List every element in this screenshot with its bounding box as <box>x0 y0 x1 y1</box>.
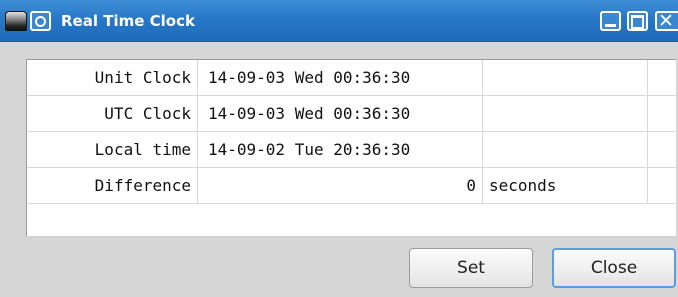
row-value: 0 <box>198 168 483 203</box>
row-label: UTC Clock <box>27 96 198 131</box>
close-window-button[interactable]: ✕ <box>655 10 678 32</box>
row-value: 14-09-03 Wed 00:36:30 <box>198 60 483 95</box>
row-label: Difference <box>27 168 198 203</box>
row-unit <box>483 96 648 131</box>
real-time-clock-window: Real Time Clock ✕ Unit Clock 14-09-03 We… <box>0 0 678 297</box>
row-label: Local time <box>27 132 198 167</box>
window-menu-icon[interactable] <box>30 11 51 31</box>
row-unit <box>483 60 648 95</box>
maximize-button[interactable] <box>627 11 648 31</box>
close-icon: ✕ <box>658 10 674 32</box>
row-value: 14-09-02 Tue 20:36:30 <box>198 132 483 167</box>
row-spacer <box>648 60 676 95</box>
row-label: Unit Clock <box>27 60 198 95</box>
row-unit <box>483 132 648 167</box>
table-row: UTC Clock 14-09-03 Wed 00:36:30 <box>27 96 676 132</box>
set-button[interactable]: Set <box>409 248 533 288</box>
row-value: 14-09-03 Wed 00:36:30 <box>198 96 483 131</box>
table-row: Unit Clock 14-09-03 Wed 00:36:30 <box>27 60 676 96</box>
row-spacer <box>648 96 676 131</box>
row-spacer <box>648 132 676 167</box>
row-spacer <box>648 168 676 203</box>
app-icon[interactable] <box>5 11 27 31</box>
table-row: Difference 0 seconds <box>27 168 676 204</box>
clock-table: Unit Clock 14-09-03 Wed 00:36:30 UTC Clo… <box>26 59 676 237</box>
row-unit: seconds <box>483 168 648 203</box>
title-bar[interactable]: Real Time Clock ✕ <box>0 0 678 42</box>
close-button[interactable]: Close <box>552 248 676 288</box>
window-title: Real Time Clock <box>61 12 195 30</box>
table-row: Local time 14-09-02 Tue 20:36:30 <box>27 132 676 168</box>
minimize-button[interactable] <box>600 11 621 31</box>
